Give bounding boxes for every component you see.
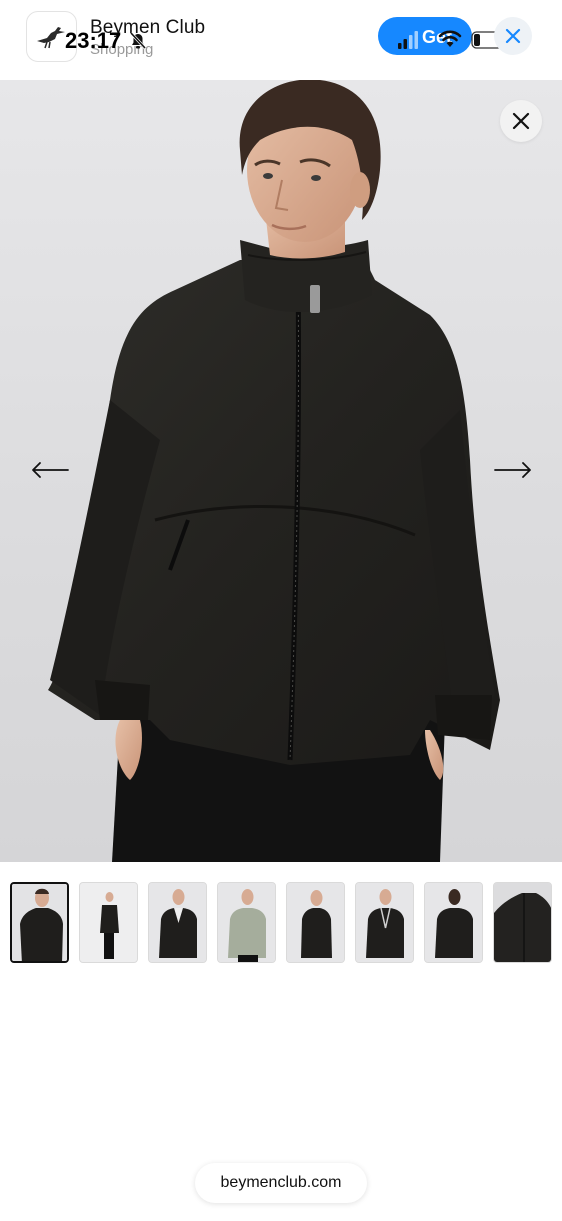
thumbnail-image bbox=[218, 883, 275, 962]
close-icon bbox=[505, 28, 521, 44]
thumbnail-8[interactable] bbox=[493, 882, 552, 963]
thumbnail-image bbox=[12, 884, 67, 961]
thumbnail-image bbox=[494, 883, 551, 962]
status-time: 23:17 bbox=[65, 28, 122, 53]
bell-slash-icon bbox=[129, 31, 147, 50]
thumbnail-image bbox=[356, 883, 413, 962]
url-bar[interactable]: beymenclub.com bbox=[195, 1163, 367, 1203]
cellular-signal-icon bbox=[398, 31, 418, 49]
thumbnail-image bbox=[425, 883, 482, 962]
wifi-icon bbox=[438, 30, 462, 47]
dismiss-banner-button[interactable] bbox=[494, 17, 532, 55]
close-gallery-button[interactable] bbox=[500, 100, 542, 142]
thumbnail-5[interactable] bbox=[286, 882, 345, 963]
thumbnail-4[interactable] bbox=[217, 882, 276, 963]
thumbnail-1[interactable] bbox=[10, 882, 69, 963]
duck-logo-icon bbox=[36, 26, 65, 48]
thumbnail-strip bbox=[10, 882, 555, 964]
thumbnail-image bbox=[149, 883, 206, 962]
thumbnail-7[interactable] bbox=[424, 882, 483, 963]
close-icon bbox=[512, 112, 530, 130]
product-image-gallery[interactable] bbox=[0, 80, 562, 862]
thumbnail-2[interactable] bbox=[79, 882, 138, 963]
thumbnail-image bbox=[80, 883, 137, 962]
arrow-left-icon[interactable] bbox=[30, 460, 70, 480]
thumbnail-3[interactable] bbox=[148, 882, 207, 963]
arrow-right-icon[interactable] bbox=[493, 460, 533, 480]
product-photo bbox=[48, 80, 500, 862]
thumbnail-6[interactable] bbox=[355, 882, 414, 963]
thumbnail-image bbox=[287, 883, 344, 962]
app-banner: Beymen Club Shopping 23:17 Get bbox=[0, 0, 562, 80]
